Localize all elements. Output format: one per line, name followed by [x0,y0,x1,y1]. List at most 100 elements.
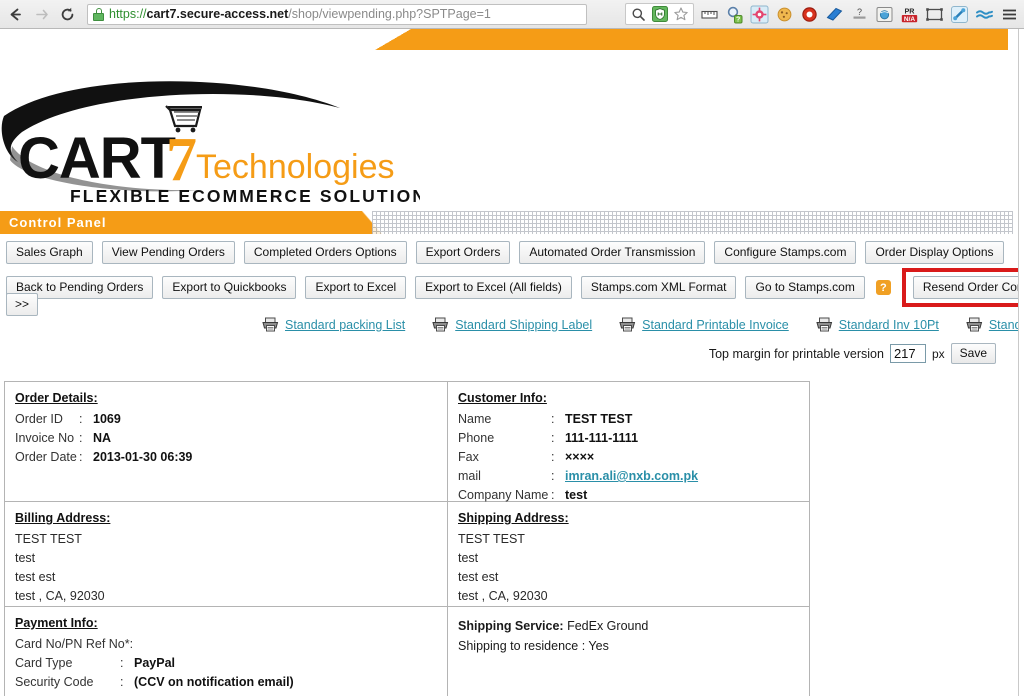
sales-graph-button[interactable]: Sales Graph [6,241,93,264]
shipping-residence-value: Yes [588,639,609,653]
settings-gear-icon[interactable] [750,5,769,24]
billing-address-line: TEST TEST [15,532,82,546]
top-margin-label: Top margin for printable version [708,346,884,361]
help-icon[interactable]: ? [875,280,891,295]
card-type-label: Card Type [15,656,73,670]
customer-name-separator: : [551,412,555,426]
completed-orders-options-button[interactable]: Completed Orders Options [243,241,407,264]
stop-record-icon[interactable] [800,5,819,24]
fullscreen-icon[interactable] [925,5,944,24]
magnifier-question-icon[interactable]: ? [725,5,744,24]
order-date-row: Order Date : 2013-01-30 06:39 [15,448,437,467]
customer-name-label: Name [458,412,492,426]
control-panel-banner: Control Panel [0,211,362,234]
billing-address-panel: Billing Address: TEST TEST test test est… [4,502,447,607]
save-margin-button[interactable]: Save [950,343,996,364]
top-margin-input[interactable] [889,344,926,363]
printer-icon [619,317,636,332]
order-display-options-button[interactable]: Order Display Options [865,241,1004,264]
shipping-address-panel: Shipping Address: TEST TEST test test es… [447,502,810,607]
customer-fax-row: Fax : ×××× [458,448,799,467]
extension-group [625,3,694,25]
order-id-value: 1069 [93,412,121,426]
reload-icon[interactable] [59,6,76,23]
standard-printable-invoice-link[interactable]: Standard Printable Invoice [619,317,789,332]
url-scheme: https:// [109,7,147,21]
order-date-separator: : [79,450,83,464]
export-to-quickbooks-button[interactable]: Export to Quickbooks [162,276,297,299]
ruler-icon[interactable] [700,5,719,24]
next-page-button[interactable]: >> [6,293,39,316]
export-to-excel-button[interactable]: Export to Excel [305,276,407,299]
configure-stamps-button[interactable]: Configure Stamps.com [714,241,857,264]
customer-phone-label: Phone [458,431,495,445]
shipping-address-line: test , CA, 92030 [458,589,548,603]
svg-text:PR: PR [904,6,915,15]
cookie-icon[interactable] [775,5,794,24]
go-to-stamps-button[interactable]: Go to Stamps.com [745,276,865,299]
card-ref-row: Card No/PN Ref No* : [15,635,437,654]
billing-address-line: test [15,551,36,565]
customer-phone-value: 111-111-1111 [565,431,639,445]
address-bar[interactable]: https://cart7.secure-access.net/shop/vie… [87,3,587,25]
standard-shipping-label-link[interactable]: Standard Shipping Label [432,317,592,332]
customer-info-panel: Customer Info: Name : TEST TEST Phone : … [447,381,810,502]
invoice-no-separator: : [79,431,83,445]
notepad-icon[interactable] [825,5,844,24]
customer-mail-row: mail : imran.ali@nxb.com.pk [458,467,799,486]
panel-row-order-customer: Order Details: Order ID : 1069 Invoice N… [4,381,810,502]
back-arrow-icon[interactable] [7,6,24,23]
panel-row-payment-shipping: Payment Info: Card No/PN Ref No* : Card … [4,607,810,696]
print-link-label: Standard Shipping Label [455,317,593,332]
billing-address-line: test est [15,570,56,584]
forward-arrow-icon[interactable] [33,6,50,23]
card-type-row: Card Type : PayPal [15,654,437,673]
header-wedge [375,29,411,50]
shipping-address-line: TEST TEST [458,532,525,546]
shipping-address-line: test est [458,570,499,584]
link-tool-icon[interactable] [950,5,969,24]
resend-order-confirmation-email-button[interactable]: Resend Order Confirmation Email [912,276,1018,299]
standard-inv-11pt-link[interactable]: Standard Inv 11Pt [966,317,1018,332]
standard-inv-10pt-link[interactable]: Standard Inv 10Pt [816,317,939,332]
pagerank-icon[interactable]: PR N/A [900,5,919,24]
view-pending-orders-button[interactable]: View Pending Orders [101,241,235,264]
customer-fax-label: Fax [458,450,479,464]
printer-icon [816,317,832,332]
logo-artwork: CART 7 Technologies FLEXIBLE ECOMMERCE S… [1,81,420,206]
customer-mail-separator: : [551,469,555,483]
customer-mail-link[interactable]: imran.ali@nxb.com.pk [565,467,698,486]
export-to-excel-all-fields-button[interactable]: Export to Excel (All fields) [415,276,572,299]
order-details-panel: Order Details: Order ID : 1069 Invoice N… [4,381,447,502]
adblock-shield-icon[interactable] [650,5,669,24]
customer-phone-separator: : [551,431,555,445]
underline-tool-icon[interactable]: ? [850,5,869,24]
site-logo[interactable]: CART 7 Technologies FLEXIBLE ECOMMERCE S… [0,50,420,211]
card-ref-separator: : [129,637,134,651]
stamps-xml-format-button[interactable]: Stamps.com XML Format [580,276,737,299]
export-orders-button[interactable]: Export Orders [415,241,511,264]
navigation-buttons [0,6,76,23]
security-code-separator: : [120,675,124,689]
svg-text:Technologies: Technologies [196,148,394,186]
zoom-icon[interactable] [629,5,648,24]
billing-address-title: Billing Address: [15,511,111,525]
bookmark-star-icon[interactable] [671,5,690,24]
standard-packing-list-link[interactable]: Standard packing List [262,317,405,332]
customer-phone-row: Phone : 111-111-1111 [458,429,799,448]
wave-icon[interactable] [975,5,994,24]
padlock-icon [93,7,104,21]
resend-email-highlight: Resend Order Confirmation Email [901,268,1018,307]
shipping-address-title: Shipping Address: [458,511,569,525]
page-content: CART 7 Technologies FLEXIBLE ECOMMERCE S… [0,29,1019,696]
screenshot-icon[interactable] [875,5,894,24]
panel-row-addresses: Billing Address: TEST TEST test test est… [4,502,810,607]
customer-mail-label: mail [458,469,481,483]
automated-order-transmission-button[interactable]: Automated Order Transmission [519,241,706,264]
menu-icon[interactable] [1000,5,1019,24]
top-margin-setting: Top margin for printable version px Save [709,343,996,364]
control-panel-title: Control Panel [9,215,107,230]
order-date-label: Order Date [15,450,77,464]
header-accent-strip [0,29,1013,50]
control-panel-grid-pattern [372,211,1013,234]
